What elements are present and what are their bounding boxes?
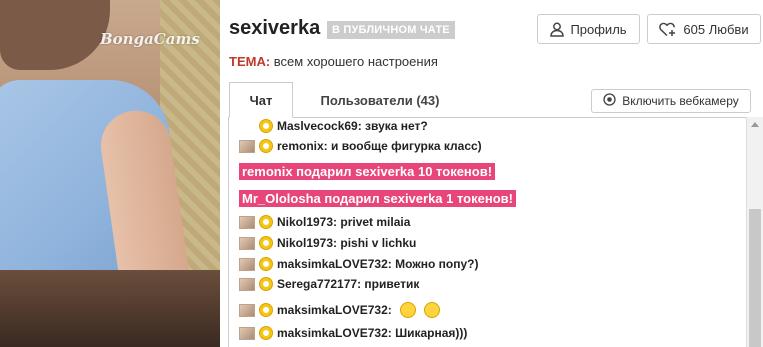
- message-text: Nikol1973: privet milaia: [277, 215, 411, 229]
- scroll-up-arrow-icon[interactable]: [751, 122, 759, 127]
- scrollbar-thumb[interactable]: [749, 209, 761, 347]
- avatar[interactable]: [239, 236, 255, 250]
- message-text: maksimkaLOVE732: Шикарная))): [277, 326, 468, 340]
- coin-icon: [259, 139, 273, 153]
- confused-emoji-icon: [399, 302, 416, 318]
- user-icon: [550, 22, 565, 37]
- coin-icon: [259, 119, 273, 133]
- coin-icon: [259, 236, 273, 250]
- coin-icon: [259, 326, 273, 340]
- webcam-video[interactable]: BongaCams: [0, 0, 220, 347]
- chat-message: maksimkaLOVE732: Шикарная))): [239, 326, 467, 340]
- avatar[interactable]: [239, 303, 255, 317]
- tab-chat[interactable]: Чат: [229, 82, 293, 118]
- avatar[interactable]: [239, 326, 255, 340]
- tip-notification: remonix подарил sexiverka 10 токенов!: [239, 163, 496, 180]
- love-label: 605 Любви: [683, 21, 749, 37]
- bongacams-room: BongaCams sexiverka В ПУБЛИЧНОМ ЧАТЕ Про…: [0, 0, 763, 347]
- message-text: remonix: и вообще фигурка класс): [277, 139, 482, 153]
- chat-message: Serega772177: приветик: [239, 277, 419, 291]
- chat-panel[interactable]: Maslvecock69: звука нет? remonix: и вооб…: [228, 117, 763, 347]
- coin-icon: [259, 303, 273, 317]
- enable-webcam-label: Включить вебкамеру: [622, 94, 739, 108]
- topic-label: ТЕМА:: [229, 54, 271, 69]
- avatar[interactable]: [239, 277, 255, 291]
- enable-webcam-button[interactable]: Включить вебкамеру: [591, 89, 751, 113]
- message-text: Nikol1973: pishi v lichku: [277, 236, 417, 250]
- chat-message: Maslvecock69: звука нет?: [239, 119, 428, 133]
- message-text: Serega772177: приветик: [277, 277, 420, 291]
- bongacams-logo: BongaCams: [100, 30, 200, 48]
- status-badge: В ПУБЛИЧНОМ ЧАТЕ: [327, 21, 455, 39]
- avatar[interactable]: [239, 139, 255, 153]
- profile-label: Профиль: [570, 21, 627, 37]
- coin-icon: [259, 257, 273, 271]
- chat-scrollbar[interactable]: [746, 117, 763, 347]
- message-text: maksimkaLOVE732: Можно попу?): [277, 257, 479, 271]
- chat-message: maksimkaLOVE732: Можно попу?): [239, 257, 478, 271]
- avatar[interactable]: [239, 257, 255, 271]
- message-text: maksimkaLOVE732:: [277, 303, 392, 317]
- video-hair: [0, 0, 110, 70]
- chat-message: maksimkaLOVE732:: [239, 302, 440, 318]
- message-text: Maslvecock69: звука нет?: [277, 119, 428, 133]
- tab-users[interactable]: Пользователи (43): [300, 82, 460, 118]
- video-bottom: [0, 270, 220, 347]
- heart-plus-icon: [659, 22, 677, 37]
- topic-text: всем хорошего настроения: [273, 54, 438, 69]
- chat-message: remonix: и вообще фигурка класс): [239, 139, 482, 153]
- love-button[interactable]: 605 Любви: [647, 14, 761, 44]
- profile-button[interactable]: Профиль: [537, 14, 640, 44]
- thumbs-up-emoji-icon: [423, 302, 440, 318]
- coin-icon: [259, 277, 273, 291]
- model-name: sexiverka: [229, 17, 321, 39]
- coin-icon: [259, 215, 273, 229]
- tip-notification: Mr_Ololosha подарил sexiverka 1 токенов!: [239, 190, 516, 207]
- topic: ТЕМА: всем хорошего настроения: [229, 54, 438, 69]
- avatar[interactable]: [239, 215, 255, 229]
- chat-message: Nikol1973: pishi v lichku: [239, 236, 416, 250]
- record-icon: [603, 93, 616, 109]
- chat-message: Nikol1973: privet milaia: [239, 215, 410, 229]
